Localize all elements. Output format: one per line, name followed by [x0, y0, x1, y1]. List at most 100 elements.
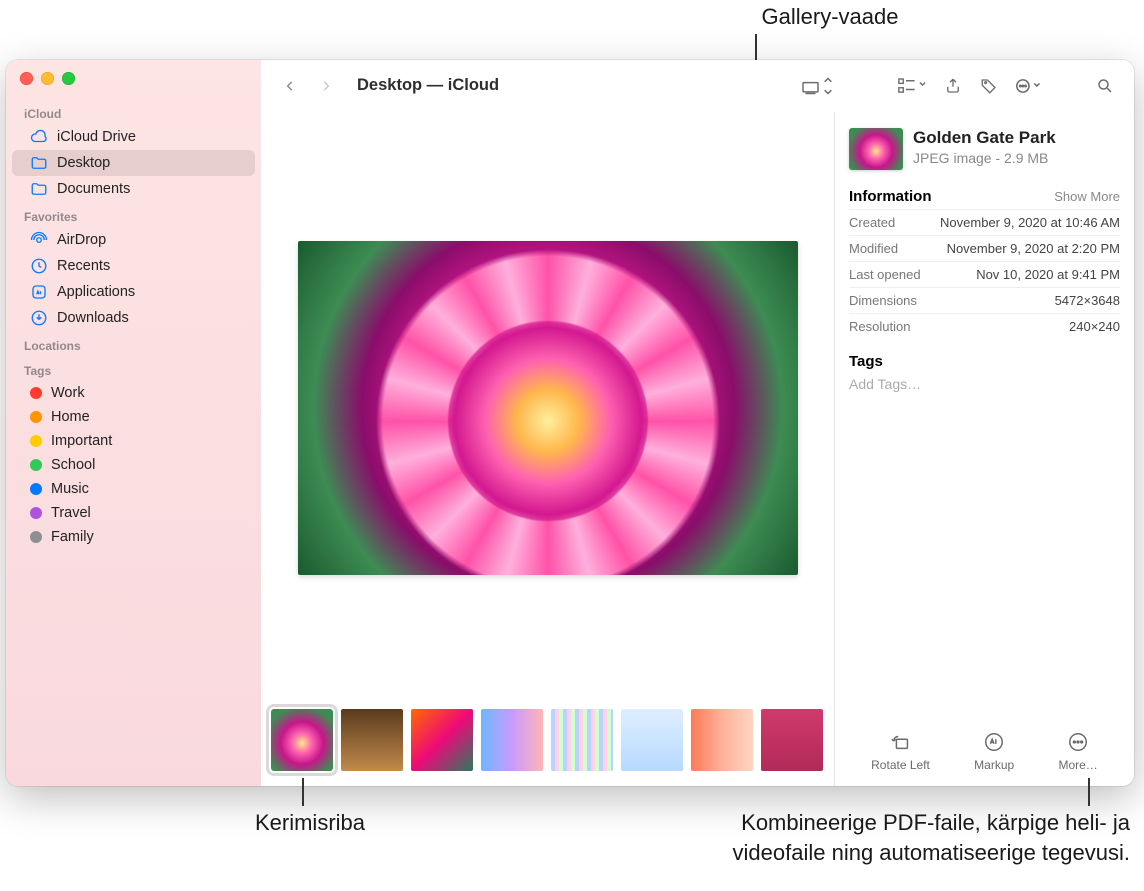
- rotate-left-icon: [889, 730, 913, 754]
- tags-title: Tags: [849, 353, 1120, 370]
- sidebar-section-locations: Locations: [6, 331, 261, 356]
- file-thumbnail: [849, 128, 903, 170]
- sidebar-item-label: Important: [51, 433, 112, 449]
- info-row-dimensions: Dimensions 5472×3648: [849, 287, 1120, 313]
- preview-image[interactable]: [298, 241, 798, 575]
- tags-button[interactable]: [974, 72, 1004, 100]
- sidebar-item-applications[interactable]: Applications: [12, 279, 255, 305]
- info-section-head: Information Show More: [849, 188, 1120, 205]
- info-row-last-opened: Last opened Nov 10, 2020 at 9:41 PM: [849, 261, 1120, 287]
- tag-dot-icon: [30, 483, 42, 495]
- info-value: November 9, 2020 at 10:46 AM: [940, 215, 1120, 230]
- thumbnail[interactable]: [481, 709, 543, 771]
- airdrop-icon: [30, 231, 48, 249]
- callout-more-actions: Kombineerige PDF-faile, kärpige heli- ja…: [470, 808, 1130, 867]
- tag-dot-icon: [30, 531, 42, 543]
- file-name: Golden Gate Park: [913, 128, 1056, 148]
- sidebar-section-favorites: Favorites: [6, 202, 261, 227]
- sidebar-tag-important[interactable]: Important: [12, 429, 255, 453]
- rotate-left-button[interactable]: Rotate Left: [871, 730, 930, 772]
- sidebar-tag-family[interactable]: Family: [12, 525, 255, 549]
- thumbnail[interactable]: [761, 709, 823, 771]
- action-menu-button[interactable]: [1010, 72, 1048, 100]
- sidebar-item-label: AirDrop: [57, 232, 106, 248]
- more-actions-button[interactable]: More…: [1058, 730, 1097, 772]
- search-button[interactable]: [1090, 72, 1120, 100]
- sidebar-item-label: School: [51, 457, 95, 473]
- markup-button[interactable]: Markup: [974, 730, 1014, 772]
- info-row-modified: Modified November 9, 2020 at 2:20 PM: [849, 235, 1120, 261]
- view-mode-button[interactable]: [796, 72, 840, 100]
- callout-scrubber: Kerimisriba: [210, 808, 410, 838]
- sidebar-item-icloud-drive[interactable]: iCloud Drive: [12, 124, 255, 150]
- sidebar-tag-school[interactable]: School: [12, 453, 255, 477]
- quick-actions: Rotate Left Markup More…: [849, 722, 1120, 778]
- preview-area: [261, 112, 834, 704]
- sidebar-item-recents[interactable]: Recents: [12, 253, 255, 279]
- action-label: Markup: [974, 758, 1014, 772]
- close-window-button[interactable]: [20, 72, 33, 85]
- callout-gallery-view: Gallery-vaade: [700, 2, 960, 32]
- markup-icon: [982, 730, 1006, 754]
- action-label: Rotate Left: [871, 758, 930, 772]
- show-more-button[interactable]: Show More: [1054, 189, 1120, 204]
- sidebar-item-downloads[interactable]: Downloads: [12, 305, 255, 331]
- finder-window: iCloud iCloud Drive Desktop Documents Fa…: [6, 60, 1134, 786]
- sidebar-item-label: Desktop: [57, 155, 110, 171]
- sidebar-item-label: Applications: [57, 284, 135, 300]
- sidebar-tag-travel[interactable]: Travel: [12, 501, 255, 525]
- file-meta: JPEG image - 2.9 MB: [913, 150, 1056, 166]
- action-label: More…: [1058, 758, 1097, 772]
- sidebar-item-label: Downloads: [57, 310, 129, 326]
- thumbnail[interactable]: [341, 709, 403, 771]
- sidebar-section-tags: Tags: [6, 356, 261, 381]
- info-value: November 9, 2020 at 2:20 PM: [947, 241, 1120, 256]
- tag-dot-icon: [30, 459, 42, 471]
- info-title: Information: [849, 188, 932, 205]
- tag-dot-icon: [30, 387, 42, 399]
- info-row-resolution: Resolution 240×240: [849, 313, 1120, 339]
- tags-input[interactable]: Add Tags…: [849, 376, 1120, 392]
- download-icon: [30, 309, 48, 327]
- toolbar: Desktop — iCloud: [261, 60, 1134, 112]
- sidebar-item-label: Documents: [57, 181, 130, 197]
- tag-dot-icon: [30, 435, 42, 447]
- thumbnail[interactable]: [691, 709, 753, 771]
- sidebar-item-label: Family: [51, 529, 94, 545]
- folder-icon: [30, 180, 48, 198]
- thumbnail[interactable]: [551, 709, 613, 771]
- sidebar-tag-work[interactable]: Work: [12, 381, 255, 405]
- callout-line: [1088, 778, 1090, 806]
- main-area: Desktop — iCloud: [261, 60, 1134, 786]
- applications-icon: [30, 283, 48, 301]
- back-button[interactable]: [275, 72, 305, 100]
- thumbnail[interactable]: [271, 709, 333, 771]
- sidebar: iCloud iCloud Drive Desktop Documents Fa…: [6, 60, 261, 786]
- maximize-window-button[interactable]: [62, 72, 75, 85]
- sidebar-item-label: Home: [51, 409, 90, 425]
- sidebar-item-desktop[interactable]: Desktop: [12, 150, 255, 176]
- file-header: Golden Gate Park JPEG image - 2.9 MB: [849, 128, 1120, 170]
- sidebar-item-documents[interactable]: Documents: [12, 176, 255, 202]
- gallery-area: [261, 112, 834, 786]
- minimize-window-button[interactable]: [41, 72, 54, 85]
- tag-dot-icon: [30, 507, 42, 519]
- thumbnail[interactable]: [621, 709, 683, 771]
- info-label: Dimensions: [849, 293, 917, 308]
- window-title: Desktop — iCloud: [357, 76, 499, 95]
- thumbnail[interactable]: [411, 709, 473, 771]
- sidebar-item-label: Music: [51, 481, 89, 497]
- more-icon: [1066, 730, 1090, 754]
- content-row: Golden Gate Park JPEG image - 2.9 MB Inf…: [261, 112, 1134, 786]
- sidebar-tag-home[interactable]: Home: [12, 405, 255, 429]
- share-button[interactable]: [938, 72, 968, 100]
- info-value: 240×240: [1069, 319, 1120, 334]
- group-button[interactable]: [892, 72, 932, 100]
- sidebar-item-airdrop[interactable]: AirDrop: [12, 227, 255, 253]
- forward-button[interactable]: [311, 72, 341, 100]
- thumbnail-strip[interactable]: [261, 704, 834, 786]
- info-row-created: Created November 9, 2020 at 10:46 AM: [849, 209, 1120, 235]
- tag-dot-icon: [30, 411, 42, 423]
- sidebar-tag-music[interactable]: Music: [12, 477, 255, 501]
- sidebar-item-label: Work: [51, 385, 85, 401]
